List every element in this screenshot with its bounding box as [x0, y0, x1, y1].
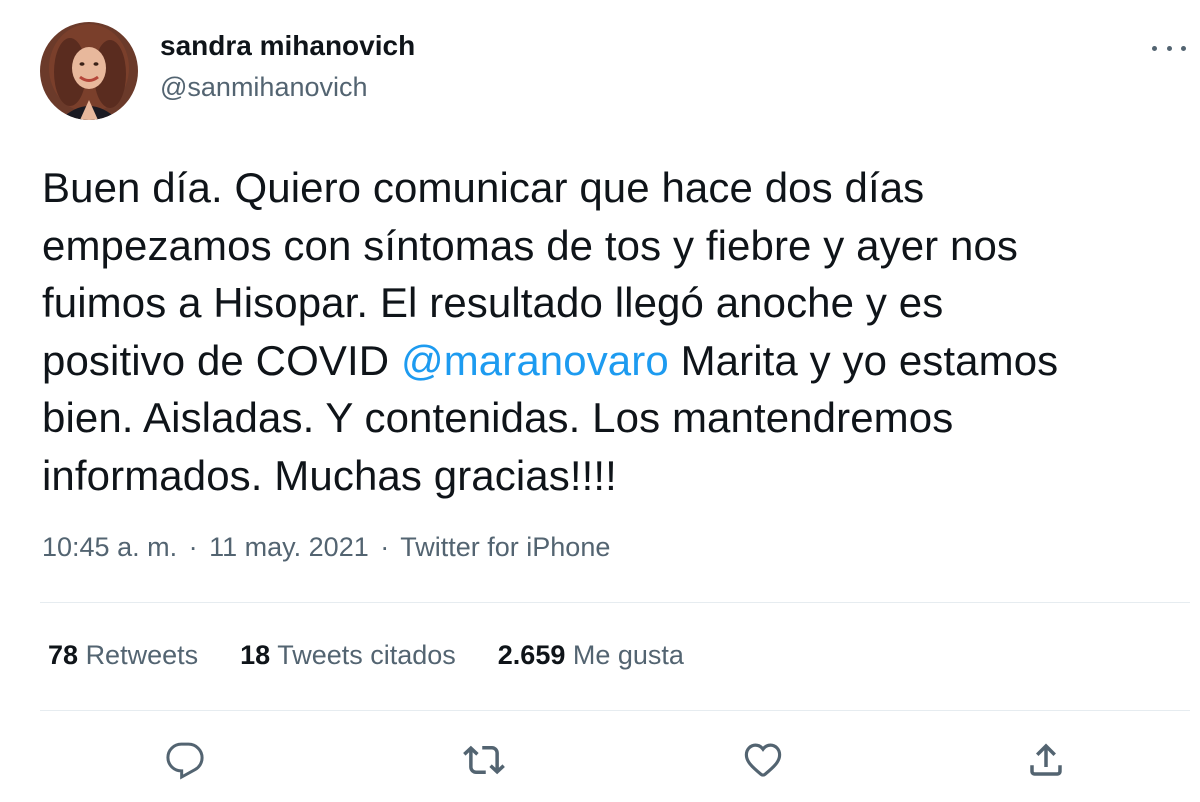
reply-button[interactable]	[163, 738, 207, 782]
likes-stat[interactable]: 2.659 Me gusta	[498, 640, 684, 671]
dot	[1181, 45, 1186, 51]
like-icon	[744, 743, 782, 777]
tweet-card: sandra mihanovich @sanmihanovich Buen dí…	[0, 0, 1200, 802]
share-button[interactable]	[1024, 738, 1068, 782]
mention-link[interactable]: @maranovaro	[401, 337, 669, 384]
share-icon	[1030, 743, 1062, 776]
retweets-stat[interactable]: 78 Retweets	[48, 640, 198, 671]
engagement-stats: 78 Retweets 18 Tweets citados 2.659 Me g…	[48, 640, 726, 671]
retweet-icon	[463, 745, 505, 775]
divider	[40, 602, 1190, 603]
tweet-line: empezamos con síntomas de tos y fiebre y…	[42, 221, 1019, 269]
reply-icon	[166, 742, 204, 780]
tweet-text: Buen día. Quiero comunicar que hace dos …	[42, 159, 1182, 504]
tweet-text-fragment: positivo de COVID	[42, 336, 401, 384]
likes-count: 2.659	[497, 640, 566, 670]
profile-photo-icon	[40, 22, 138, 120]
retweets-label: Retweets	[85, 640, 199, 670]
avatar[interactable]	[40, 22, 138, 120]
like-button[interactable]	[741, 738, 785, 782]
quote-tweets-stat[interactable]: 18 Tweets citados	[240, 640, 456, 671]
tweet-line: bien. Aisladas. Y contenidas. Los manten…	[42, 394, 954, 441]
dot	[1152, 45, 1157, 51]
quote-tweets-label: Tweets citados	[277, 640, 456, 670]
tweet-line: positivo de COVID @maranovaro Marita y y…	[42, 332, 1182, 390]
retweet-button[interactable]	[462, 738, 506, 782]
tweet-line: Buen día. Quiero comunicar que hace dos …	[42, 164, 925, 211]
separator: ·	[188, 532, 198, 562]
tweet-metadata: 10:45 a. m. · 11 may. 2021 · Twitter for…	[42, 532, 610, 563]
likes-label: Me gusta	[572, 640, 684, 670]
tweet-line: informados. Muchas gracias!!!!	[42, 451, 617, 499]
divider	[40, 710, 1190, 711]
retweets-count: 78	[48, 640, 79, 670]
separator: ·	[380, 532, 390, 562]
tweet-date[interactable]: 11 may. 2021	[209, 532, 369, 562]
quote-tweets-count: 18	[240, 640, 271, 670]
tweet-source[interactable]: Twitter for iPhone	[400, 532, 610, 562]
tweet-line: fuimos a Hisopar. El resultado llegó ano…	[42, 279, 944, 326]
user-handle[interactable]: @sanmihanovich	[160, 72, 368, 103]
display-name[interactable]: sandra mihanovich	[160, 30, 415, 62]
more-options-icon[interactable]	[1152, 38, 1186, 58]
tweet-time[interactable]: 10:45 a. m.	[42, 532, 177, 562]
tweet-text-fragment: Marita y yo estamos	[668, 336, 1059, 384]
dot	[1166, 45, 1172, 51]
